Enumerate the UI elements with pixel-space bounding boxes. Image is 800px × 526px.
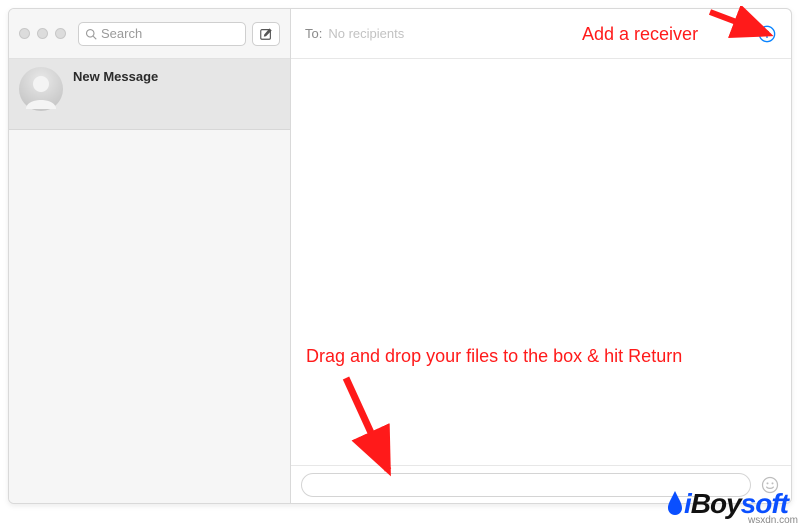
compose-icon	[259, 27, 273, 41]
to-recipients[interactable]: No recipients	[328, 26, 751, 41]
avatar	[19, 67, 63, 111]
source-label: wsxdn.com	[746, 515, 800, 526]
conversation-title: New Message	[73, 67, 158, 84]
smiley-icon	[760, 475, 780, 495]
message-area[interactable]	[291, 59, 791, 465]
close-window-button[interactable]	[19, 28, 30, 39]
main-pane: To: No recipients	[291, 9, 791, 503]
input-bar	[291, 465, 791, 503]
app-window: New Message To: No recipients	[8, 8, 792, 504]
minimize-window-button[interactable]	[37, 28, 48, 39]
emoji-button[interactable]	[759, 474, 781, 496]
person-icon	[19, 67, 63, 111]
plus-circle-icon	[758, 25, 776, 43]
compose-button[interactable]	[252, 22, 280, 46]
window-controls	[19, 28, 66, 39]
search-field[interactable]	[78, 22, 246, 46]
search-icon	[85, 28, 97, 40]
sidebar: New Message	[9, 9, 291, 503]
add-recipient-button[interactable]	[757, 24, 777, 44]
conversation-list: New Message	[9, 59, 290, 503]
zoom-window-button[interactable]	[55, 28, 66, 39]
search-input[interactable]	[97, 25, 239, 42]
to-label: To:	[305, 26, 322, 41]
to-bar: To: No recipients	[291, 9, 791, 59]
conversation-item[interactable]: New Message	[9, 59, 290, 130]
message-input[interactable]	[301, 473, 751, 497]
titlebar	[9, 9, 290, 59]
